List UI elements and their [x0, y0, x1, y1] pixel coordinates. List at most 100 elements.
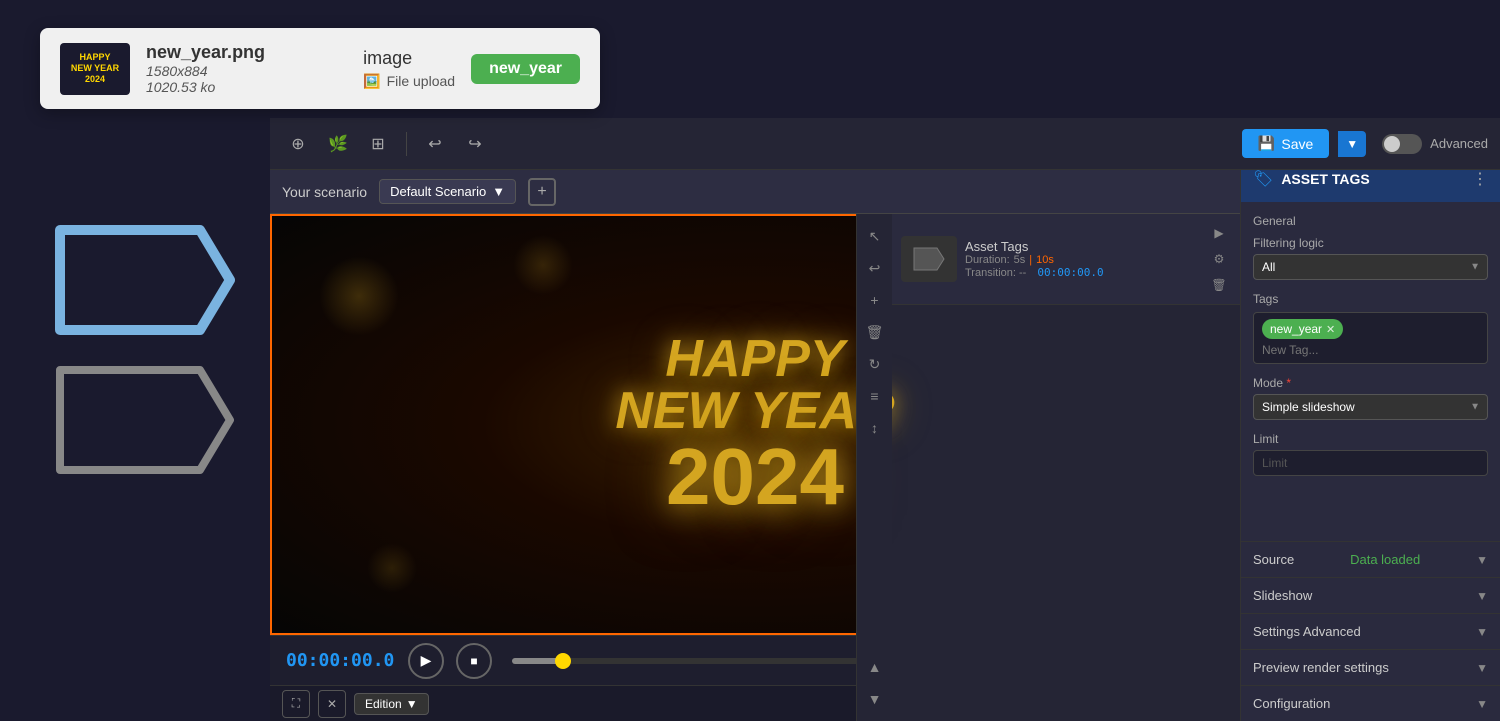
- bokeh-2: [513, 235, 573, 295]
- cursor-tool-btn[interactable]: ↖: [861, 222, 889, 250]
- configuration-section: Configuration ▼: [1241, 685, 1500, 721]
- limit-input[interactable]: [1253, 450, 1488, 476]
- move-tool-btn[interactable]: ⊕: [282, 128, 314, 160]
- scenario-select[interactable]: Default Scenario ▼: [379, 179, 516, 204]
- undo-btn[interactable]: ↩: [419, 128, 451, 160]
- filtering-logic-select[interactable]: All Any None: [1253, 254, 1488, 280]
- configuration-arrow: ▼: [1476, 697, 1488, 711]
- collapse-down-btn[interactable]: ▼: [861, 685, 889, 713]
- tag-chip-new-year: new_year ✕: [1262, 319, 1343, 339]
- bokeh-5: [367, 543, 417, 593]
- your-scenario-label: Your scenario: [282, 184, 367, 200]
- edition-chevron: ▼: [406, 697, 418, 711]
- stop-button[interactable]: ■: [456, 643, 492, 679]
- asset-tags-more-btn[interactable]: ⋮: [1472, 169, 1488, 189]
- save-button[interactable]: 💾 Save: [1242, 129, 1329, 158]
- playlist-item-transition: Transition: -- 00:00:00.0: [965, 266, 1200, 279]
- settings-advanced-title: Settings Advanced: [1253, 624, 1361, 639]
- tag-remove-btn[interactable]: ✕: [1326, 323, 1335, 336]
- slideshow-header[interactable]: Slideshow ▼: [1253, 588, 1488, 603]
- preview-render-title: Preview render settings: [1253, 660, 1389, 675]
- source-status: Data loaded: [1350, 552, 1420, 567]
- timecode-display: 00:00:00.0: [286, 650, 396, 671]
- year-text: 2024: [615, 437, 894, 517]
- mode-select[interactable]: Simple slideshow Random Sequential: [1253, 394, 1488, 420]
- sort-side-btn[interactable]: ↕: [861, 414, 889, 442]
- file-type-section: image 🖼️ File upload: [363, 48, 455, 90]
- preview-render-section: Preview render settings ▼: [1241, 649, 1500, 685]
- file-size: 1020.53 ko: [146, 79, 347, 95]
- playlist-item-duration: Duration: 5s | 10s: [965, 254, 1200, 266]
- source-section: Source Data loaded ▼: [1241, 541, 1500, 577]
- source-arrow-icon: ▼: [1476, 553, 1488, 567]
- save-label: Save: [1281, 136, 1313, 152]
- tags-label: Tags: [1253, 292, 1488, 306]
- general-section-title: General: [1253, 214, 1488, 228]
- playlist-item-thumb: [901, 236, 957, 282]
- refresh-side-btn[interactable]: ↻: [861, 350, 889, 378]
- upload-icon: 🖼️: [363, 73, 380, 90]
- progress-thumb[interactable]: [555, 653, 571, 669]
- file-dimensions: 1580x884: [146, 63, 347, 79]
- tag-icon-blue: [40, 220, 240, 340]
- edition-label: Edition: [365, 697, 402, 711]
- file-tooltip: HAPPYNEW YEAR2024 new_year.png 1580x884 …: [40, 28, 600, 109]
- tag-icons-container: [40, 220, 240, 480]
- advanced-toggle-label: Advanced: [1430, 136, 1488, 151]
- preview-render-arrow: ▼: [1476, 661, 1488, 675]
- playlist-play-btn[interactable]: ▶: [1208, 222, 1230, 244]
- configuration-title: Configuration: [1253, 696, 1330, 711]
- add-side-btn[interactable]: +: [861, 286, 889, 314]
- bokeh-1: [319, 256, 399, 336]
- asset-tags-title: ASSET TAGS: [1281, 171, 1464, 187]
- undo-side-btn[interactable]: ↩: [861, 254, 889, 282]
- new-tag-input[interactable]: [1262, 343, 1417, 357]
- advanced-toggle-switch[interactable]: [1382, 134, 1422, 154]
- configuration-header[interactable]: Configuration ▼: [1253, 696, 1488, 711]
- collapse-up-btn[interactable]: ▲: [861, 653, 889, 681]
- grid-btn[interactable]: ⊞: [362, 128, 394, 160]
- duration-label: Duration:: [965, 254, 1010, 266]
- play-button[interactable]: ▶: [408, 643, 444, 679]
- slideshow-arrow-icon: ▼: [1476, 589, 1488, 603]
- list-side-btn[interactable]: ≡: [861, 382, 889, 410]
- settings-advanced-arrow: ▼: [1476, 625, 1488, 639]
- playlist-item-name: Asset Tags: [965, 239, 1200, 254]
- edition-dropdown[interactable]: Edition ▼: [354, 693, 429, 715]
- source-label: Source: [1253, 552, 1294, 567]
- scenario-add-btn[interactable]: +: [528, 178, 556, 206]
- file-tag-badge: new_year: [471, 54, 580, 84]
- limit-label: Limit: [1253, 432, 1488, 446]
- fit-btn[interactable]: ✕: [318, 690, 346, 718]
- tag-icon-gray: [40, 360, 240, 480]
- filename: new_year.png: [146, 42, 347, 63]
- save-icon: 💾: [1258, 135, 1275, 152]
- toolbar-separator-1: [406, 132, 407, 156]
- scenario-chevron: ▼: [492, 184, 505, 199]
- mode-label: Mode *: [1253, 376, 1488, 390]
- mode-wrapper: Simple slideshow Random Sequential ▼: [1253, 394, 1488, 420]
- playlist-settings-btn[interactable]: ⚙: [1208, 248, 1230, 270]
- delete-side-btn[interactable]: 🗑: [861, 318, 889, 346]
- redo-btn[interactable]: ↪: [459, 128, 491, 160]
- top-toolbar: ⊕ 🌿 ⊞ ↩ ↪ 💾 Save ▼ Advanced: [270, 118, 1500, 170]
- playlist-delete-btn[interactable]: 🗑: [1208, 274, 1230, 296]
- playlist-tag-icon: [911, 245, 947, 273]
- hierarchy-btn[interactable]: 🌿: [322, 128, 354, 160]
- playlist-panel: Playlist ⊞ ▲ ▼ + Asset Tags Duration: 5s…: [890, 170, 1240, 721]
- asset-tags-icon: 🏷: [1253, 169, 1273, 189]
- filtering-logic-label: Filtering logic: [1253, 236, 1488, 250]
- duration-max: |: [1029, 254, 1032, 266]
- source-label: File upload: [387, 73, 456, 89]
- save-dropdown-btn[interactable]: ▼: [1338, 131, 1366, 157]
- mode-label-text: Mode: [1253, 376, 1283, 390]
- preview-render-header[interactable]: Preview render settings ▼: [1253, 660, 1488, 675]
- settings-advanced-header[interactable]: Settings Advanced ▼: [1253, 624, 1488, 639]
- source-header[interactable]: Source Data loaded ▼: [1253, 552, 1488, 567]
- tag-chip-label: new_year: [1270, 322, 1322, 336]
- fullscreen-btn[interactable]: ⛶: [282, 690, 310, 718]
- tags-container[interactable]: new_year ✕: [1253, 312, 1488, 364]
- scenario-bar: Your scenario Default Scenario ▼ +: [270, 170, 1240, 214]
- filtering-logic-wrapper: All Any None ▼: [1253, 254, 1488, 280]
- duration-value: 5s: [1014, 254, 1026, 266]
